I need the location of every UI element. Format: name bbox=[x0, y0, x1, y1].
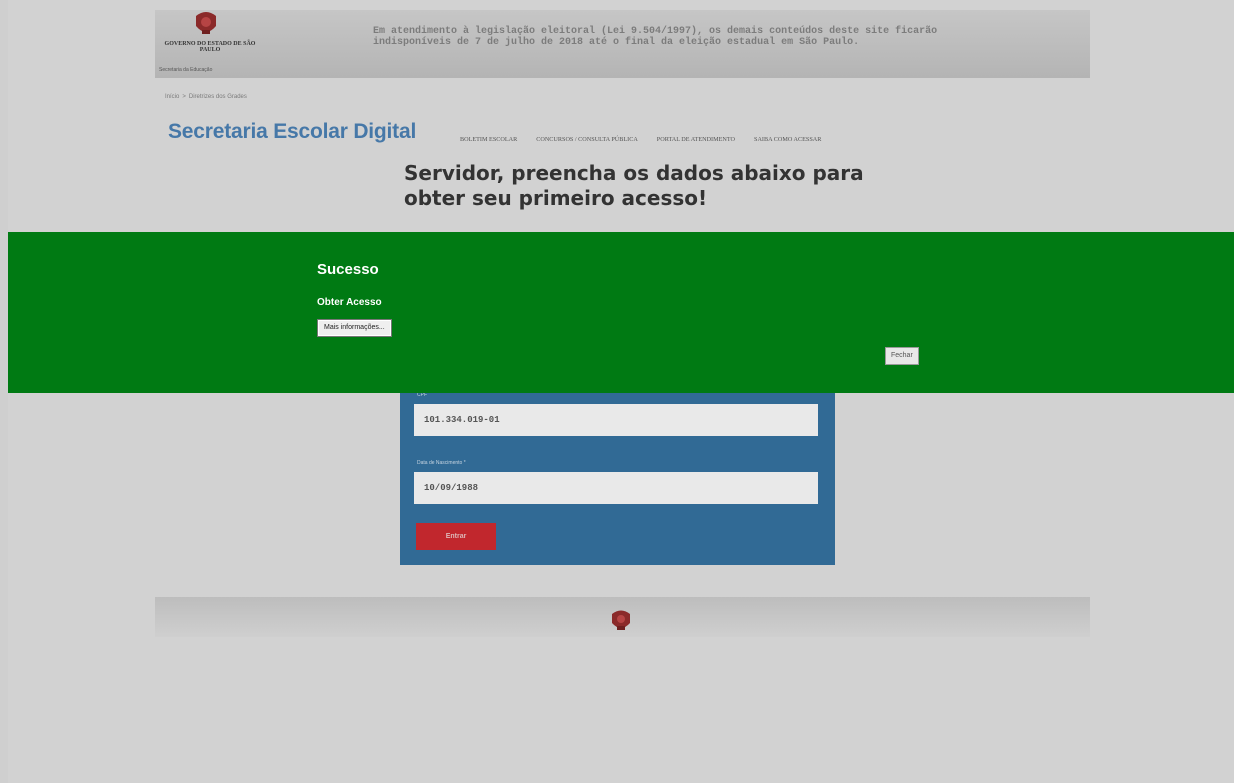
page-heading: Servidor, preencha os dados abaixo para … bbox=[404, 161, 864, 210]
state-seal-icon bbox=[196, 12, 216, 34]
dialog-subtitle: Obter Acesso bbox=[317, 297, 382, 308]
more-info-button[interactable]: Mais informações... bbox=[317, 319, 392, 337]
breadcrumb-current: Diretrizes dos Grades bbox=[188, 94, 247, 100]
main-nav: BOLETIM ESCOLAR CONCURSOS / CONSULTA PÚB… bbox=[460, 136, 821, 143]
gov-name: GOVERNO DO ESTADO DE SÃO PAULO bbox=[164, 41, 256, 53]
gov-banner: GOVERNO DO ESTADO DE SÃO PAULO Secretari… bbox=[155, 10, 1090, 78]
state-seal-icon bbox=[612, 610, 630, 630]
cpf-field[interactable]: 101.334.019-01 bbox=[414, 404, 818, 436]
footer bbox=[155, 597, 1090, 637]
dialog-title: Sucesso bbox=[317, 261, 379, 278]
birth-date-field[interactable]: 10/09/1988 bbox=[414, 472, 818, 504]
gov-dept: Secretaria da Educação bbox=[159, 67, 213, 73]
close-button[interactable]: Fechar bbox=[885, 347, 919, 365]
nav-item-saiba[interactable]: SAIBA COMO ACESSAR bbox=[754, 136, 821, 143]
breadcrumb-separator: > bbox=[182, 94, 186, 100]
nav-item-boletim[interactable]: BOLETIM ESCOLAR bbox=[460, 136, 517, 143]
election-notice: Em atendimento à legislação eleitoral (L… bbox=[373, 26, 938, 48]
enter-button[interactable]: Entrar bbox=[416, 523, 496, 550]
birth-date-label: Data de Nascimento * bbox=[417, 460, 466, 466]
breadcrumb-home[interactable]: Início bbox=[165, 94, 179, 100]
access-form: CPF 101.334.019-01 Data de Nascimento * … bbox=[400, 390, 835, 565]
site-title[interactable]: Secretaria Escolar Digital bbox=[168, 120, 416, 144]
breadcrumb: Início > Diretrizes dos Grades bbox=[165, 94, 247, 100]
success-dialog: Sucesso Obter Acesso Mais informações...… bbox=[8, 232, 1234, 393]
nav-item-concursos[interactable]: CONCURSOS / CONSULTA PÚBLICA bbox=[536, 136, 638, 143]
nav-item-portal[interactable]: PORTAL DE ATENDIMENTO bbox=[657, 136, 735, 143]
